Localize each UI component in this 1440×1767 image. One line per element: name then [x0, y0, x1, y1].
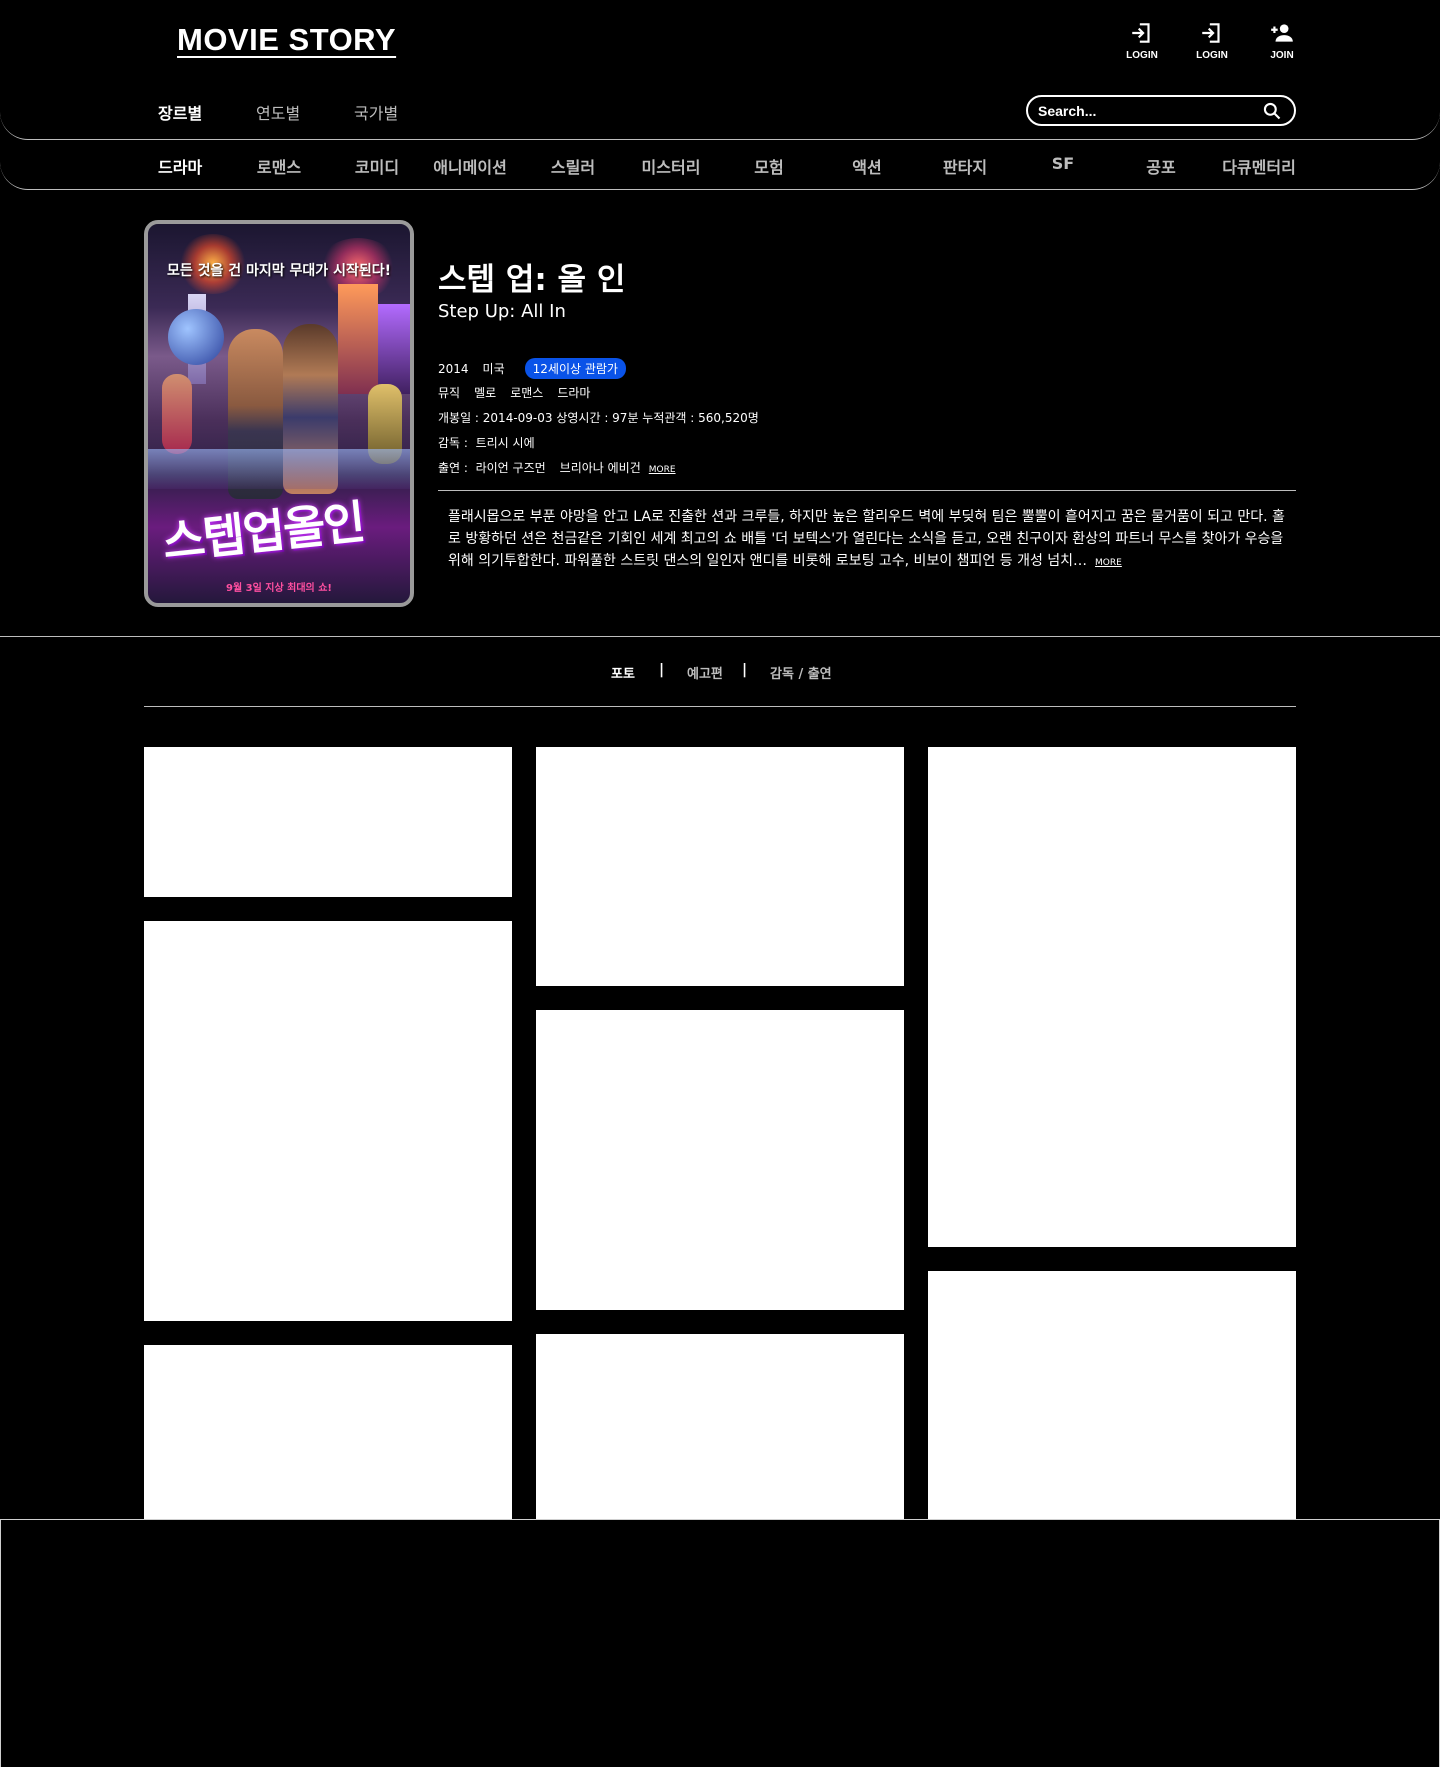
building-graphic — [378, 304, 410, 394]
photo-thumbnail[interactable] — [536, 747, 904, 986]
photo-thumbnail[interactable] — [144, 1345, 512, 1519]
login-icon — [1132, 23, 1150, 43]
photo-thumbnail[interactable] — [144, 921, 512, 1321]
login-label: LOGIN — [1196, 50, 1228, 61]
nav-genre[interactable]: 장르별 — [158, 100, 202, 124]
balloon-graphic — [168, 309, 224, 365]
synopsis: 플래시몹으로 부푼 야망을 안고 LA로 진출한 션과 크루들, 하지만 높은 … — [448, 506, 1288, 574]
tabs-divider — [144, 706, 1296, 707]
search-input[interactable] — [1038, 101, 1248, 121]
person-add-icon — [1271, 24, 1293, 42]
movie-genre-row: 뮤직 멜로 로맨스 드라마 — [438, 384, 590, 401]
tab-trailer[interactable]: 예고편 — [687, 663, 723, 682]
photo-thumbnail[interactable] — [536, 1010, 904, 1310]
genre-animation[interactable]: 애니메이션 — [425, 154, 515, 178]
movie-title-korean: 스텝 업: 올 인 — [438, 262, 626, 298]
synopsis-more-link[interactable]: MORE — [1095, 558, 1122, 568]
genre-thriller[interactable]: 스릴러 — [528, 154, 618, 178]
cast-row: 출연 : 라이언 구즈먼 브리아나 에비건 MORE — [438, 459, 676, 476]
nav-country[interactable]: 국가별 — [354, 100, 398, 124]
footer — [0, 1519, 1440, 1767]
poster-tagline: 모든 것을 건 마지막 무대가 시작된다! — [167, 263, 391, 279]
movie-genre: 로맨스 — [510, 386, 544, 400]
tab-cast[interactable]: 감독 / 출연 — [770, 663, 832, 682]
movie-country: 미국 — [482, 362, 505, 376]
director-label: 감독 : — [438, 436, 468, 450]
genre-romance[interactable]: 로맨스 — [234, 154, 324, 178]
join-button[interactable]: JOIN — [1252, 20, 1312, 61]
poster-release-note: 9월 3일 지상 최대의 쇼! — [225, 583, 332, 594]
genre-fantasy[interactable]: 판타지 — [920, 154, 1010, 178]
site-logo[interactable]: MOVIE STORY — [177, 22, 396, 58]
cast-name[interactable]: 브리아나 에비건 — [560, 461, 641, 475]
genre-documentary[interactable]: 다큐멘터리 — [1214, 154, 1304, 178]
nav-year[interactable]: 연도별 — [256, 100, 300, 124]
search-box — [1026, 95, 1296, 126]
photo-thumbnail[interactable] — [144, 747, 512, 897]
tab-separator: | — [659, 662, 665, 678]
genre-mystery[interactable]: 미스터리 — [626, 154, 716, 178]
genre-action[interactable]: 액션 — [822, 154, 912, 178]
movie-genre: 뮤직 — [438, 386, 461, 400]
movie-meta-row: 2014 미국 12세이상 관람가 — [438, 358, 626, 379]
age-rating-badge: 12세이상 관람가 — [524, 358, 626, 379]
cast-label: 출연 : — [438, 461, 468, 475]
genre-sf[interactable]: SF — [1018, 154, 1108, 173]
login-label: LOGIN — [1126, 50, 1158, 61]
release-info: 개봉일 : 2014-09-03 상영시간 : 97분 누적관객 : 560,5… — [438, 411, 759, 425]
building-graphic — [338, 284, 378, 394]
genre-comedy[interactable]: 코미디 — [332, 154, 422, 178]
director-name[interactable]: 트리시 시에 — [476, 436, 535, 450]
login-button[interactable]: LOGIN — [1112, 20, 1172, 61]
search-icon[interactable] — [1262, 101, 1282, 121]
photo-thumbnail[interactable] — [536, 1334, 904, 1519]
login-button-2[interactable]: LOGIN — [1182, 20, 1242, 61]
header: MOVIE STORY LOGIN LOGIN JOIN 장르별 연도별 국가별 — [0, 0, 1440, 140]
photo-thumbnail[interactable] — [928, 1271, 1296, 1519]
movie-title-english: Step Up: All In — [438, 301, 566, 322]
movie-poster: 모든 것을 건 마지막 무대가 시작된다! 스텝업올인 9월 3일 지상 최대의… — [144, 220, 414, 607]
dancer-graphic — [162, 374, 192, 454]
movie-year: 2014 — [438, 362, 469, 376]
genre-adventure[interactable]: 모험 — [724, 154, 814, 178]
login-icon — [1202, 23, 1220, 43]
join-label: JOIN — [1270, 50, 1294, 61]
movie-genre: 멜로 — [474, 386, 497, 400]
poster-title: 스텝업올인 — [160, 494, 367, 570]
director-row: 감독 : 트리시 시에 — [438, 434, 535, 451]
genre-horror[interactable]: 공포 — [1116, 154, 1206, 178]
section-divider — [0, 636, 1440, 637]
photo-thumbnail[interactable] — [928, 747, 1296, 1247]
water-splash-graphic — [148, 449, 410, 489]
cast-name[interactable]: 라이언 구즈먼 — [476, 461, 546, 475]
movie-genre: 드라마 — [557, 386, 591, 400]
cast-more-link[interactable]: MORE — [649, 465, 676, 475]
tab-separator: | — [742, 662, 748, 678]
tab-photo[interactable]: 포토 — [611, 663, 635, 682]
info-divider — [438, 490, 1296, 491]
synopsis-text: 플래시몹으로 부푼 야망을 안고 LA로 진출한 션과 크루들, 하지만 높은 … — [448, 509, 1285, 569]
